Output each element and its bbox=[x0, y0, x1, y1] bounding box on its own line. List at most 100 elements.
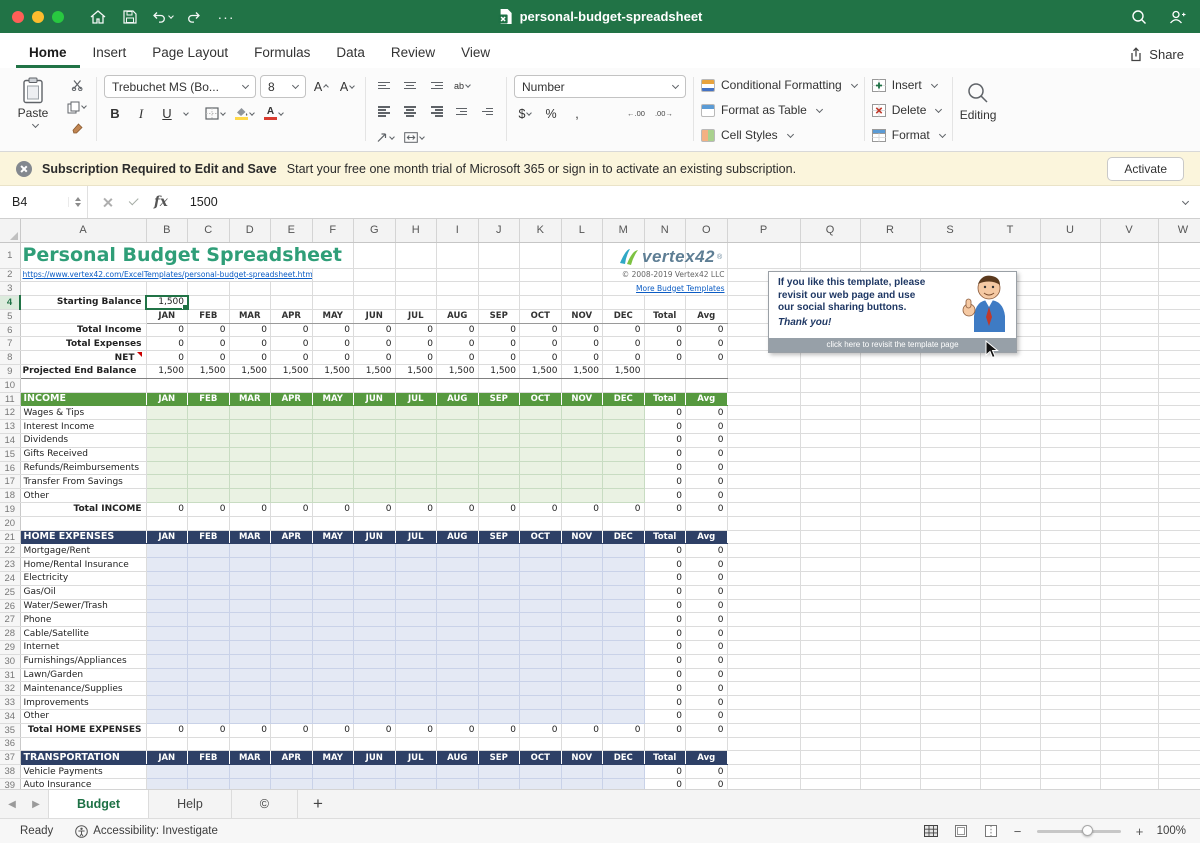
cell[interactable] bbox=[312, 489, 354, 503]
home-expense-item-label[interactable]: Maintenance/Supplies bbox=[20, 682, 146, 696]
cell[interactable] bbox=[920, 489, 980, 503]
cell[interactable] bbox=[980, 516, 1040, 530]
cell[interactable]: 0 bbox=[312, 723, 354, 737]
cell[interactable] bbox=[188, 599, 230, 613]
cell[interactable] bbox=[354, 627, 396, 641]
cell[interactable] bbox=[188, 613, 230, 627]
cell[interactable] bbox=[603, 447, 645, 461]
cell[interactable] bbox=[229, 296, 271, 310]
cell[interactable] bbox=[146, 544, 188, 558]
cell[interactable] bbox=[1100, 723, 1158, 737]
copy-menu-chevron-icon[interactable] bbox=[81, 103, 87, 109]
cell[interactable] bbox=[1100, 751, 1158, 765]
cell[interactable]: 0 bbox=[312, 503, 354, 517]
cell[interactable] bbox=[312, 406, 354, 420]
cell[interactable]: Total bbox=[644, 751, 686, 765]
cell[interactable]: JUL bbox=[395, 309, 437, 323]
cell[interactable] bbox=[1100, 503, 1158, 517]
cell[interactable] bbox=[146, 572, 188, 586]
name-box[interactable]: B4 bbox=[0, 186, 88, 218]
zoom-in-button[interactable]: + bbox=[1133, 824, 1147, 839]
redo-button[interactable] bbox=[181, 5, 207, 29]
cell[interactable]: 1,500 bbox=[229, 365, 271, 379]
cell[interactable] bbox=[860, 447, 920, 461]
cell[interactable] bbox=[860, 599, 920, 613]
transportation-item-label[interactable]: Auto Insurance bbox=[20, 778, 146, 789]
cell[interactable] bbox=[354, 434, 396, 448]
cell[interactable]: OCT bbox=[520, 530, 562, 544]
cell[interactable] bbox=[520, 489, 562, 503]
cell[interactable] bbox=[644, 378, 686, 392]
row-header-35[interactable]: 35 bbox=[0, 723, 20, 737]
cell[interactable] bbox=[395, 558, 437, 572]
cell[interactable]: MAR bbox=[229, 309, 271, 323]
section-header[interactable]: TRANSPORTATION bbox=[20, 751, 146, 765]
column-header-J[interactable]: J bbox=[478, 219, 520, 242]
cell[interactable] bbox=[1040, 710, 1100, 724]
cell[interactable] bbox=[920, 392, 980, 406]
cell[interactable]: 0 bbox=[686, 489, 728, 503]
cell[interactable] bbox=[395, 737, 437, 751]
cell[interactable] bbox=[980, 475, 1040, 489]
cell[interactable] bbox=[437, 696, 479, 710]
cell[interactable] bbox=[271, 572, 313, 586]
cell[interactable] bbox=[920, 654, 980, 668]
cell[interactable]: 0 bbox=[188, 351, 230, 365]
section-header[interactable]: INCOME bbox=[20, 392, 146, 406]
cell[interactable] bbox=[920, 447, 980, 461]
cell[interactable]: 0 bbox=[146, 351, 188, 365]
cell[interactable]: 0 bbox=[603, 351, 645, 365]
cell[interactable] bbox=[561, 420, 603, 434]
cell[interactable] bbox=[520, 434, 562, 448]
cell[interactable] bbox=[437, 765, 479, 779]
cell[interactable] bbox=[20, 516, 146, 530]
cell[interactable] bbox=[860, 378, 920, 392]
cell[interactable] bbox=[271, 544, 313, 558]
cell[interactable] bbox=[146, 737, 188, 751]
cell[interactable] bbox=[520, 613, 562, 627]
cell[interactable] bbox=[860, 420, 920, 434]
cell[interactable] bbox=[1040, 558, 1100, 572]
cell[interactable] bbox=[395, 434, 437, 448]
cell[interactable] bbox=[1040, 420, 1100, 434]
cell[interactable] bbox=[1100, 392, 1158, 406]
row-header-34[interactable]: 34 bbox=[0, 710, 20, 724]
cell[interactable] bbox=[20, 309, 146, 323]
cell[interactable] bbox=[146, 696, 188, 710]
cell[interactable] bbox=[1158, 613, 1200, 627]
cell[interactable]: 0 bbox=[520, 351, 562, 365]
cell[interactable] bbox=[980, 696, 1040, 710]
row-header-25[interactable]: 25 bbox=[0, 585, 20, 599]
cell[interactable]: MAR bbox=[229, 530, 271, 544]
cell[interactable] bbox=[1158, 530, 1200, 544]
cell[interactable] bbox=[860, 696, 920, 710]
cell[interactable] bbox=[980, 599, 1040, 613]
cell[interactable]: 0 bbox=[561, 337, 603, 351]
cell[interactable] bbox=[561, 516, 603, 530]
cell[interactable]: 0 bbox=[686, 627, 728, 641]
home-expenses-total-label[interactable]: Total HOME EXPENSES bbox=[20, 723, 146, 737]
cell[interactable] bbox=[561, 544, 603, 558]
merge-center-button[interactable] bbox=[401, 127, 427, 148]
cell[interactable]: 0 bbox=[644, 599, 686, 613]
cell[interactable] bbox=[1158, 682, 1200, 696]
insert-cells-button[interactable]: Insert bbox=[872, 75, 945, 95]
column-header-V[interactable]: V bbox=[1100, 219, 1158, 242]
cell[interactable] bbox=[1100, 475, 1158, 489]
cell[interactable] bbox=[520, 641, 562, 655]
cell[interactable] bbox=[727, 627, 800, 641]
cell[interactable]: APR bbox=[271, 530, 313, 544]
cell[interactable] bbox=[603, 406, 645, 420]
cell[interactable]: JUN bbox=[354, 309, 396, 323]
cell[interactable] bbox=[1040, 351, 1100, 365]
selected-cell-B4[interactable]: 1,500 bbox=[146, 296, 188, 310]
summary-label[interactable]: NET bbox=[20, 351, 146, 365]
stepper-up-icon[interactable] bbox=[75, 197, 81, 201]
cell[interactable]: Avg bbox=[686, 309, 728, 323]
sheet-nav-left-icon[interactable]: ◀ bbox=[0, 790, 24, 818]
cell[interactable] bbox=[1158, 434, 1200, 448]
cell[interactable] bbox=[860, 723, 920, 737]
cell[interactable] bbox=[1158, 516, 1200, 530]
cell[interactable] bbox=[727, 447, 800, 461]
cell[interactable] bbox=[727, 751, 800, 765]
